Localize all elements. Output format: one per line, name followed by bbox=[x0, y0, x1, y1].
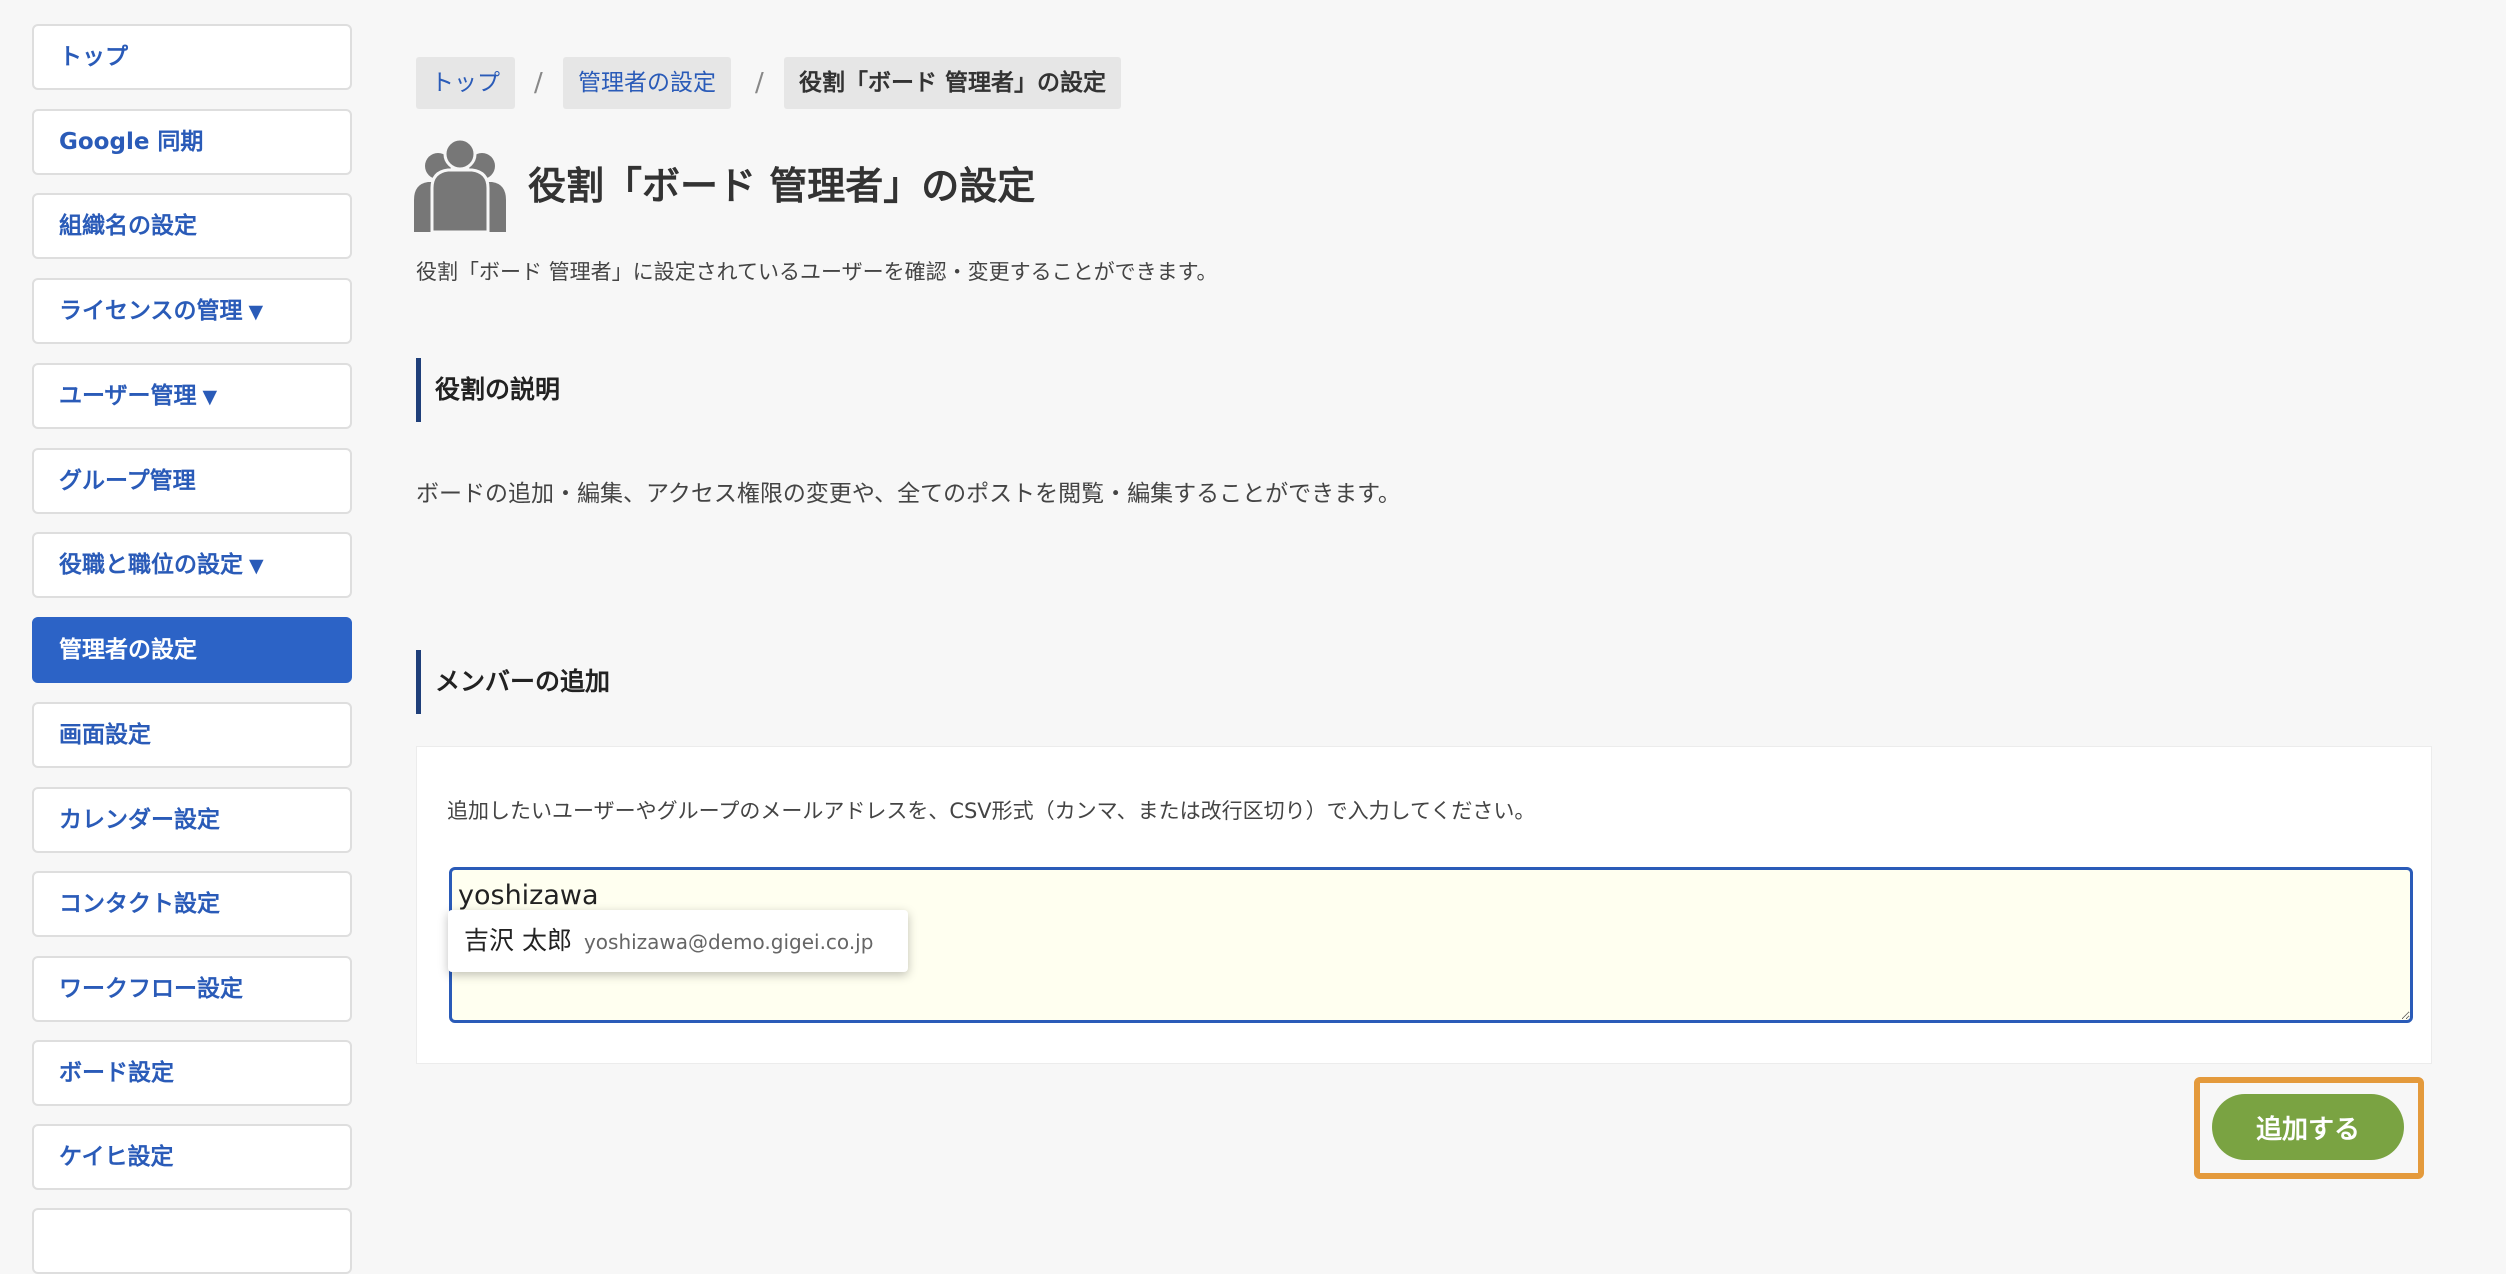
sidebar-item-label: Google 同期 bbox=[59, 129, 204, 155]
breadcrumb-link-top[interactable]: トップ bbox=[416, 57, 515, 109]
sidebar-item-positions[interactable]: 役職と職位の設定 ▼ bbox=[32, 532, 352, 598]
breadcrumb-link-admin-settings[interactable]: 管理者の設定 bbox=[563, 57, 731, 109]
sidebar-item-label: ワークフロー設定 bbox=[59, 976, 243, 1002]
sidebar-item-label: ケイヒ設定 bbox=[59, 1144, 174, 1170]
sidebar-item-label: 役職と職位の設定 bbox=[59, 552, 243, 578]
page-title: 役割「ボード 管理者」の設定 bbox=[528, 164, 1036, 208]
member-add-instruction: 追加したいユーザーやグループのメールアドレスを、CSV形式（カンマ、または改行区… bbox=[447, 799, 1536, 823]
caret-down-icon: ▼ bbox=[249, 555, 264, 577]
sidebar-item-admin-settings[interactable]: 管理者の設定 bbox=[32, 617, 352, 683]
breadcrumb-current: 役割「ボード 管理者」の設定 bbox=[784, 57, 1122, 109]
users-group-icon bbox=[414, 137, 506, 232]
role-description-heading: 役割の説明 bbox=[416, 358, 560, 422]
sidebar-item-calendar-settings[interactable]: カレンダー設定 bbox=[32, 787, 352, 853]
sidebar-item-board-settings[interactable]: ボード設定 bbox=[32, 1040, 352, 1106]
sidebar-item-google-sync[interactable]: Google 同期 bbox=[32, 109, 352, 175]
suggestion-user-name: 吉沢 太郎 bbox=[464, 926, 572, 955]
page-description: 役割「ボード 管理者」に設定されているユーザーを確認・変更することができます。 bbox=[416, 260, 1218, 284]
sidebar-item-top[interactable]: トップ bbox=[32, 24, 352, 90]
sidebar-item-label: 画面設定 bbox=[59, 722, 151, 748]
sidebar-item-group-management[interactable]: グループ管理 bbox=[32, 448, 352, 514]
sidebar-item-label: 組織名の設定 bbox=[59, 213, 197, 239]
add-member-button[interactable]: 追加する bbox=[2212, 1094, 2404, 1160]
autocomplete-suggestion[interactable]: 吉沢 太郎 yoshizawa@demo.gigei.co.jp bbox=[448, 910, 908, 972]
sidebar-item-label: コンタクト設定 bbox=[59, 891, 220, 917]
sidebar-item-user-management[interactable]: ユーザー管理 ▼ bbox=[32, 363, 352, 429]
sidebar-item-license-management[interactable]: ライセンスの管理 ▼ bbox=[32, 278, 352, 344]
sidebar-item-screen-settings[interactable]: 画面設定 bbox=[32, 702, 352, 768]
sidebar-item-label: 管理者の設定 bbox=[59, 637, 197, 663]
member-add-heading: メンバーの追加 bbox=[416, 650, 610, 714]
sidebar-item-organization-name[interactable]: 組織名の設定 bbox=[32, 193, 352, 259]
sidebar-item-label: トップ bbox=[59, 44, 128, 70]
breadcrumb-separator: / bbox=[755, 68, 764, 98]
sidebar-item-label: カレンダー設定 bbox=[59, 807, 220, 833]
sidebar-item-expense-settings[interactable]: ケイヒ設定 bbox=[32, 1124, 352, 1190]
suggestion-user-email: yoshizawa@demo.gigei.co.jp bbox=[583, 930, 874, 954]
caret-down-icon: ▼ bbox=[248, 301, 264, 323]
sidebar-item-label: グループ管理 bbox=[59, 468, 196, 494]
sidebar-item-contact-settings[interactable]: コンタクト設定 bbox=[32, 871, 352, 937]
sidebar-item-more[interactable] bbox=[32, 1208, 352, 1274]
member-add-panel: 追加したいユーザーやグループのメールアドレスを、CSV形式（カンマ、または改行区… bbox=[416, 746, 2432, 1064]
sidebar-item-label: ボード設定 bbox=[59, 1060, 174, 1086]
sidebar-item-workflow-settings[interactable]: ワークフロー設定 bbox=[32, 956, 352, 1022]
sidebar-item-label: ユーザー管理 bbox=[59, 383, 197, 409]
sidebar-item-label: ライセンスの管理 bbox=[59, 298, 243, 324]
breadcrumb-separator: / bbox=[534, 68, 543, 98]
caret-down-icon: ▼ bbox=[202, 386, 218, 408]
role-description-text: ボードの追加・編集、アクセス権限の変更や、全てのポストを閲覧・編集することができ… bbox=[416, 481, 1401, 507]
